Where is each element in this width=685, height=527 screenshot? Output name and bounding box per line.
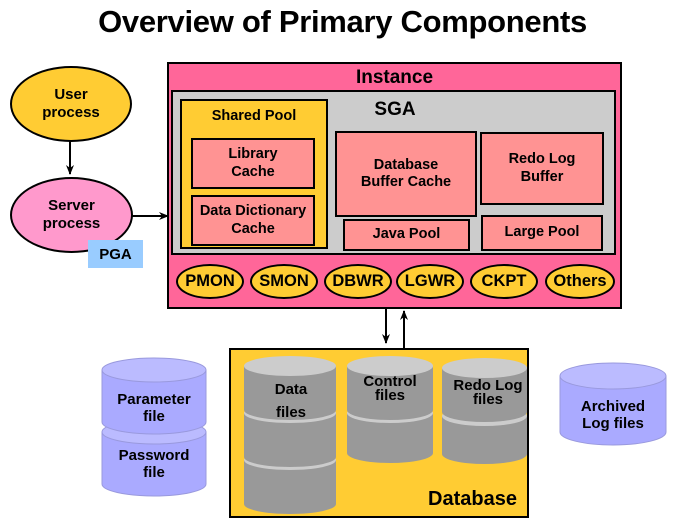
password-file-line-2: file [143,464,165,482]
control-files-label: Control files [347,374,433,405]
data-files-label: Data files [245,378,337,425]
archived-log-files-line-2: Log files [582,415,644,433]
redo-log-files-line-2: files [472,391,503,409]
parameter-file-line-1: Parameter [117,391,191,408]
control-files-line-2: files [374,387,405,405]
password-file-label: Password file [102,447,206,482]
parameter-file-label: Parameter file [102,391,206,426]
password-file-line-1: Password [118,447,190,464]
redo-log-files-label: Redo Log files [443,378,533,409]
archived-log-files-label: Archived Log files [560,398,666,433]
parameter-file-line-2: file [143,408,165,426]
data-files-line-2: files [275,404,306,422]
archived-log-files-line-1: Archived [580,398,646,415]
data-files-line-1: Data [274,381,308,398]
